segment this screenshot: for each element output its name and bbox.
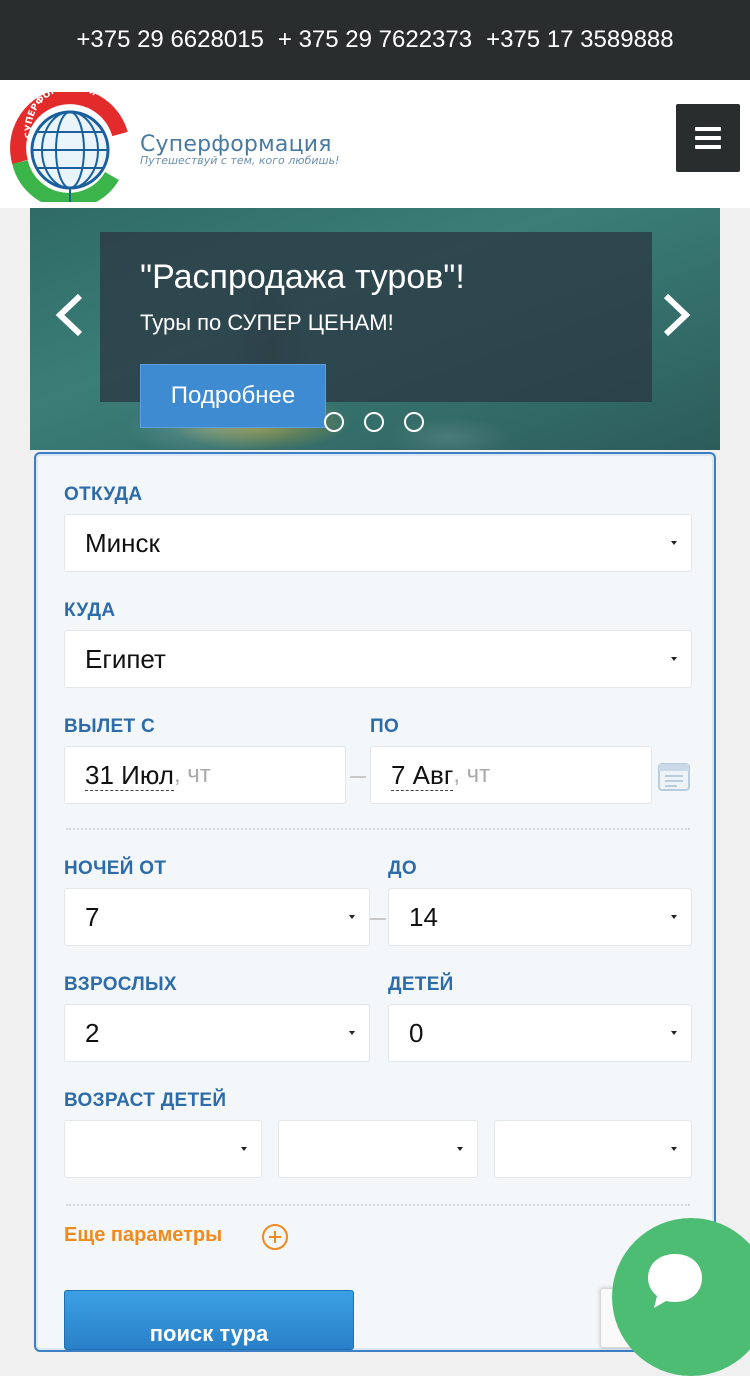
depart-date-input[interactable]: 31 Июл, чт	[64, 746, 346, 804]
slider-dot-1[interactable]	[324, 412, 344, 432]
until-date-input[interactable]: 7 Авг, чт	[370, 746, 652, 804]
menu-icon-bar	[695, 145, 721, 149]
slide-subtitle: Туры по СУПЕР ЦЕНАМ!	[140, 310, 394, 335]
slider-dot-3[interactable]	[404, 412, 424, 432]
plus-circle-icon[interactable]	[262, 1224, 288, 1250]
slide-title: "Распродажа туров"!	[140, 258, 465, 296]
child-age-select-3[interactable]	[494, 1120, 692, 1178]
child-age-select-2[interactable]	[278, 1120, 478, 1178]
until-day: , чт	[453, 761, 491, 788]
search-tour-button[interactable]: поиск тура	[64, 1290, 354, 1350]
to-select[interactable]: Египет	[64, 630, 692, 688]
chevron-down-icon	[457, 1147, 463, 1151]
from-value: Минск	[85, 527, 160, 558]
child-age-select-1[interactable]	[64, 1120, 262, 1178]
chevron-down-icon	[671, 1031, 677, 1035]
nights-to-select[interactable]: 14	[388, 888, 692, 946]
nights-range-dash	[370, 918, 386, 920]
phone-bar: +375 29 6628015 + 375 29 7622373 +375 17…	[0, 0, 750, 80]
to-label: КУДА	[64, 600, 116, 621]
brand-tagline: Путешествуй с тем, кого любишь!	[140, 154, 340, 167]
phone-link-3[interactable]: +375 17 3589888	[486, 26, 674, 54]
children-label: ДЕТЕЙ	[388, 974, 454, 995]
until-date: 7 Авг	[391, 759, 454, 791]
calendar-icon[interactable]	[657, 760, 691, 792]
slider-dot-2[interactable]	[364, 412, 384, 432]
nights-from-select[interactable]: 7	[64, 888, 370, 946]
slide-more-button[interactable]: Подробнее	[140, 364, 326, 428]
phone-link-2[interactable]: + 375 29 7622373	[278, 26, 472, 54]
chat-bubble-icon	[648, 1254, 702, 1308]
nights-from-label: НОЧЕЙ ОТ	[64, 858, 167, 879]
to-value: Египет	[85, 643, 166, 674]
site-header: СУПЕРФОРМАЦИЯ	[0, 80, 750, 208]
phone-link-1[interactable]: +375 29 6628015	[76, 26, 264, 54]
from-label: ОТКУДА	[64, 484, 143, 505]
chevron-down-icon	[671, 915, 677, 919]
slider-prev-arrow-icon[interactable]	[50, 292, 90, 338]
date-range-dash	[350, 776, 366, 778]
adults-label: ВЗРОСЛЫХ	[64, 974, 177, 995]
adults-select[interactable]: 2	[64, 1004, 370, 1062]
tour-search-form: ОТКУДА Минск КУДА Египет ВЫЛЕТ С ПО 31 И…	[34, 452, 716, 1352]
from-select[interactable]: Минск	[64, 514, 692, 572]
slider-pagination	[324, 412, 424, 432]
children-select[interactable]: 0	[388, 1004, 692, 1062]
logo-globe-icon[interactable]	[8, 92, 128, 202]
more-params-link[interactable]: Еще параметры	[64, 1224, 222, 1247]
depart-day: , чт	[173, 761, 211, 788]
nights-from-value: 7	[85, 901, 100, 932]
children-value: 0	[409, 1017, 424, 1048]
until-label: ПО	[370, 716, 400, 737]
nights-to-value: 14	[409, 901, 438, 932]
depart-date: 31 Июл	[85, 759, 174, 791]
menu-icon-bar	[695, 136, 721, 140]
adults-value: 2	[85, 1017, 100, 1048]
chat-widget-button[interactable]	[612, 1218, 750, 1376]
depart-label: ВЫЛЕТ С	[64, 716, 156, 737]
chevron-down-icon	[671, 1147, 677, 1151]
chevron-down-icon	[671, 541, 677, 545]
child-age-label: ВОЗРАСТ ДЕТЕЙ	[64, 1090, 227, 1111]
form-divider	[66, 1204, 690, 1206]
hamburger-menu-button[interactable]	[676, 104, 740, 172]
promo-slider: "Распродажа туров"! Туры по СУПЕР ЦЕНАМ!…	[30, 208, 720, 450]
menu-icon-bar	[695, 127, 721, 131]
chevron-down-icon	[671, 657, 677, 661]
nights-to-label: ДО	[388, 858, 417, 879]
form-divider	[66, 828, 690, 830]
chevron-down-icon	[349, 915, 355, 919]
chevron-down-icon	[241, 1147, 247, 1151]
chevron-down-icon	[349, 1031, 355, 1035]
slider-next-arrow-icon[interactable]	[656, 292, 696, 338]
